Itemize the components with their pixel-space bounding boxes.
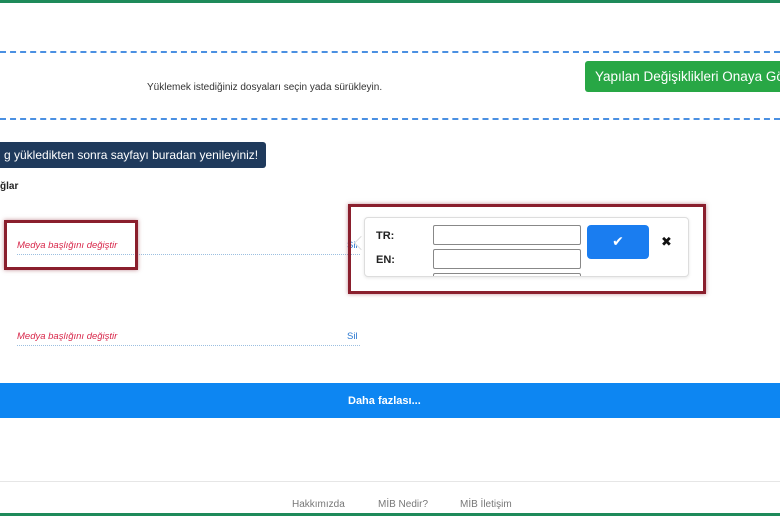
media-item-divider (17, 345, 360, 346)
top-accent-bar (0, 0, 780, 3)
footer-link-what-is-mib[interactable]: MİB Nedir? (378, 499, 428, 510)
upload-zone-top-border (0, 51, 780, 53)
footer-link-contact[interactable]: MİB İletişim (460, 499, 512, 510)
load-more-button[interactable]: Daha fazlası... (0, 383, 780, 418)
highlight-box-edit-popup (348, 204, 706, 294)
upload-hint-text: Yüklemek istediğiniz dosyaları seçin yad… (147, 82, 383, 93)
media-delete-link[interactable]: Sil (347, 331, 358, 342)
footer-link-about[interactable]: Hakkımızda (292, 499, 345, 510)
footer-divider (0, 481, 780, 482)
media-title-edit-link[interactable]: Medya başlığını değiştir (17, 331, 117, 342)
upload-zone-bottom-border (0, 118, 780, 120)
submit-changes-button[interactable]: Yapılan Değişiklikleri Onaya Gönder (585, 61, 780, 92)
section-heading: ğlar (0, 181, 19, 192)
refresh-notice[interactable]: g yükledikten sonra sayfayı buradan yeni… (0, 142, 267, 168)
highlight-box-media-title (4, 220, 138, 270)
